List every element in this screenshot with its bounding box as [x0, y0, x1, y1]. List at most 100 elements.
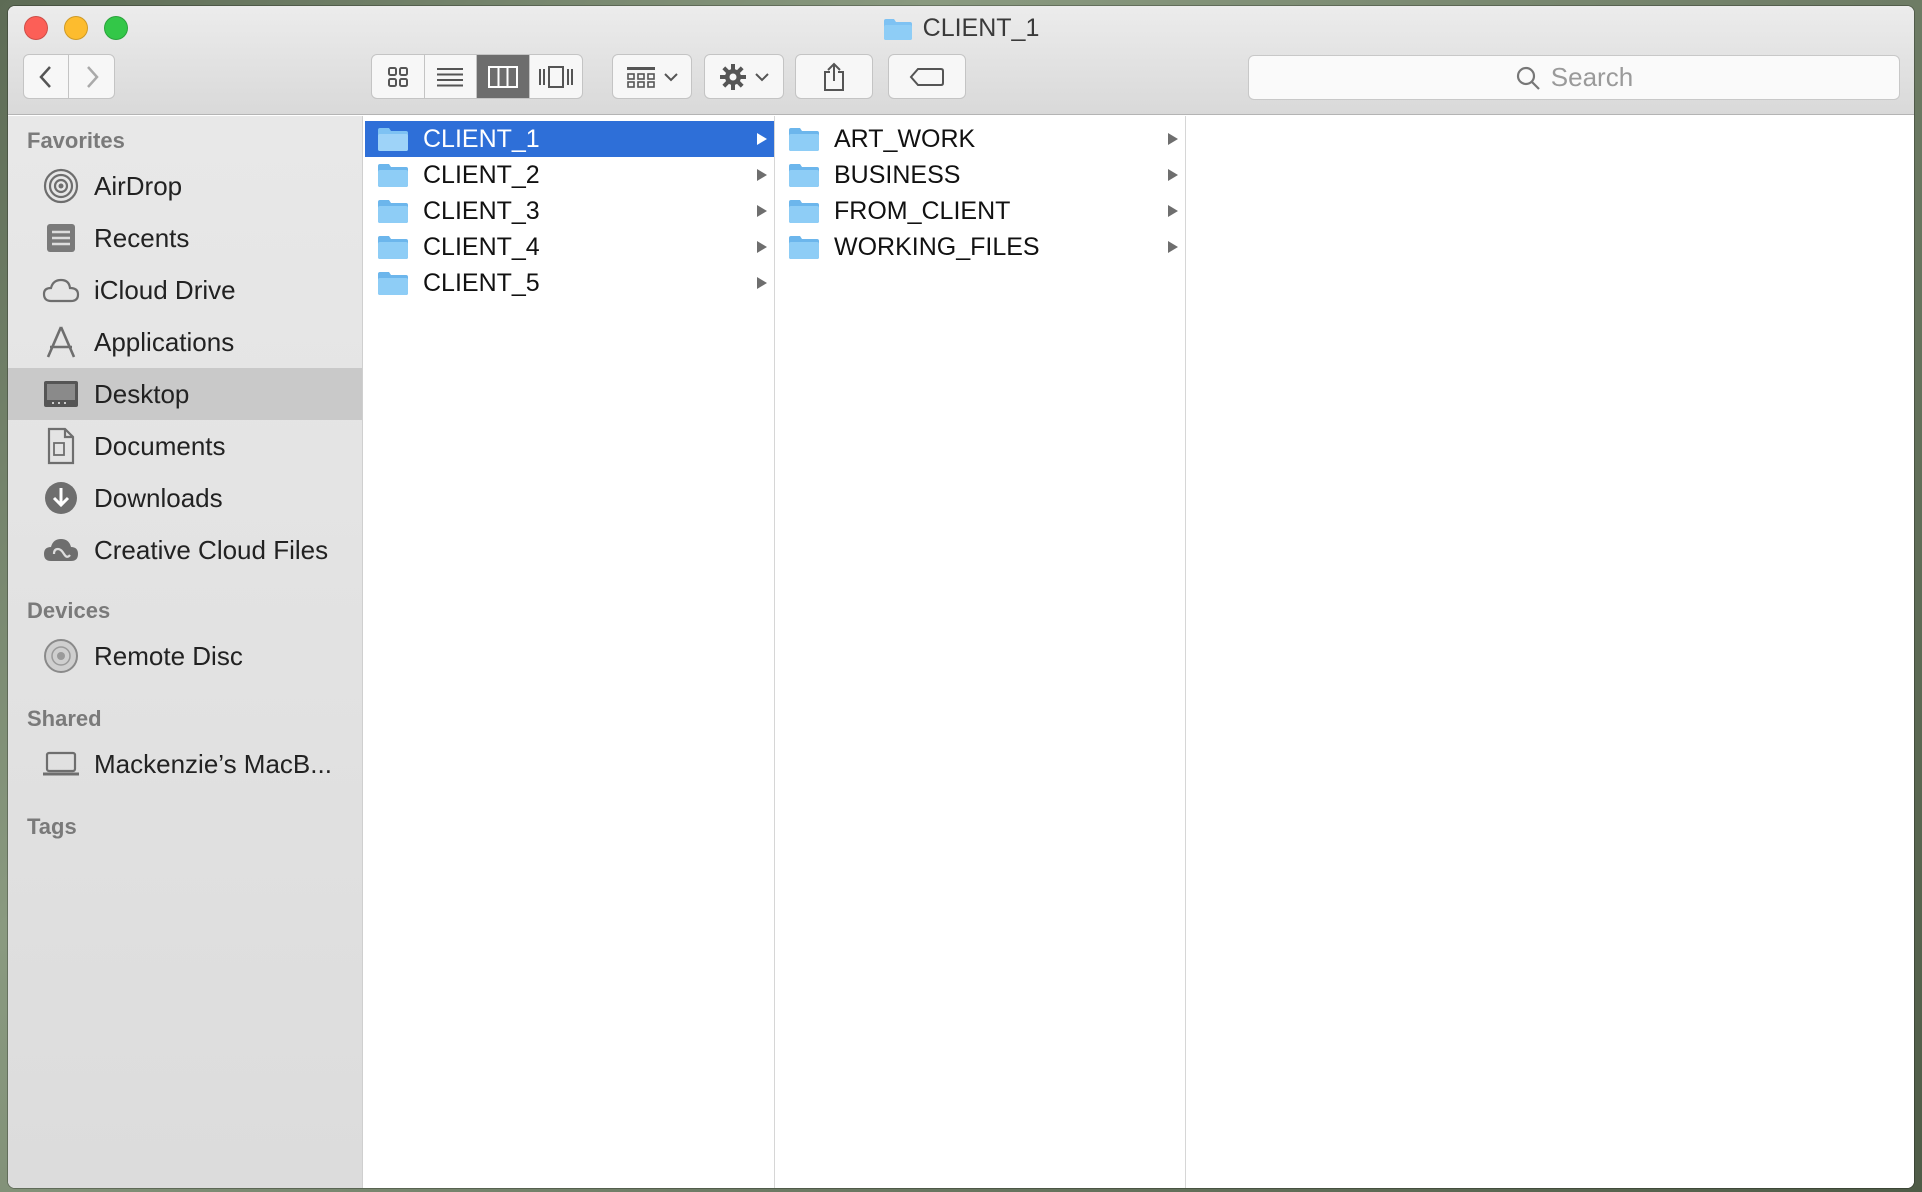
folder-icon: [377, 126, 409, 152]
laptop-icon: [42, 745, 80, 783]
browser-column-3[interactable]: [1187, 116, 1914, 1188]
folder-icon: [377, 162, 409, 188]
list-item-working-files[interactable]: WORKING_FILES: [776, 229, 1185, 265]
chevron-down-icon: [664, 72, 678, 81]
folder-name: ART_WORK: [834, 124, 976, 153]
search-placeholder: Search: [1550, 62, 1634, 92]
disclosure-arrow-icon: [1167, 229, 1179, 265]
folder-name: CLIENT_3: [423, 196, 540, 225]
creative-cloud-icon: [42, 531, 80, 569]
folder-icon: [788, 198, 820, 224]
folder-name: CLIENT_5: [423, 268, 540, 297]
window-title-text: CLIENT_1: [922, 14, 1040, 42]
applications-icon: [42, 323, 80, 361]
downloads-icon: [42, 479, 80, 517]
recents-icon: [42, 219, 80, 257]
disclosure-arrow-icon: [756, 229, 768, 265]
list-item-client-3[interactable]: CLIENT_3: [365, 193, 774, 229]
folder-name: BUSINESS: [834, 160, 961, 189]
list-item-business[interactable]: BUSINESS: [776, 157, 1185, 193]
cover-flow-view-button[interactable]: [530, 55, 583, 98]
sidebar-item-label: Documents: [94, 430, 226, 461]
sidebar-item-label: iCloud Drive: [94, 274, 236, 305]
gear-icon: [720, 63, 746, 90]
sidebar: Favorites AirDrop Recents iCloud Drive A…: [8, 116, 363, 1188]
disclosure-arrow-icon: [1167, 157, 1179, 193]
folder-name: CLIENT_2: [423, 160, 540, 189]
sidebar-item-remote-disc[interactable]: Remote Disc: [8, 630, 362, 682]
folder-icon: [788, 162, 820, 188]
folder-icon: [377, 270, 409, 296]
folder-name: CLIENT_1: [423, 124, 540, 153]
icon-view-button[interactable]: [372, 55, 425, 98]
list-item-client-2[interactable]: CLIENT_2: [365, 157, 774, 193]
view-mode-control: [371, 54, 583, 99]
disclosure-arrow-icon: [756, 157, 768, 193]
sidebar-item-label: Recents: [94, 222, 190, 253]
search-field[interactable]: Search: [1248, 55, 1900, 100]
sidebar-item-creative-cloud[interactable]: Creative Cloud Files: [8, 524, 362, 576]
toolbar: CLIENT_1 Search: [8, 6, 1914, 115]
navigation-buttons: [23, 54, 115, 99]
share-icon: [824, 62, 844, 91]
list-view-button[interactable]: [425, 55, 477, 98]
disclosure-arrow-icon: [756, 193, 768, 229]
finder-window: CLIENT_1 Search Favorites AirDrop Recent…: [8, 6, 1914, 1188]
documents-icon: [42, 427, 80, 465]
folder-icon: [788, 234, 820, 260]
forward-button[interactable]: [69, 55, 114, 98]
search-icon: [1516, 66, 1540, 90]
disclosure-arrow-icon: [1167, 121, 1179, 157]
tag-button[interactable]: [888, 54, 966, 99]
list-item-client-1[interactable]: CLIENT_1: [365, 121, 774, 157]
window-title: CLIENT_1: [8, 14, 1914, 43]
sidebar-item-label: AirDrop: [94, 170, 183, 201]
grid-icon: [387, 66, 408, 87]
sidebar-item-airdrop[interactable]: AirDrop: [8, 160, 362, 212]
group-icon: [627, 66, 655, 88]
cloud-icon: [42, 271, 80, 309]
group-by-button[interactable]: [612, 54, 692, 99]
sidebar-item-recents[interactable]: Recents: [8, 212, 362, 264]
list-item-client-4[interactable]: CLIENT_4: [365, 229, 774, 265]
desktop-icon: [42, 375, 80, 413]
disclosure-arrow-icon: [756, 265, 768, 301]
disclosure-arrow-icon: [1167, 193, 1179, 229]
sidebar-heading-tags: Tags: [27, 814, 77, 839]
list-item-from-client[interactable]: FROM_CLIENT: [776, 193, 1185, 229]
sidebar-item-shared-mac[interactable]: Mackenzie’s MacB...: [8, 738, 362, 790]
sidebar-item-label: Mackenzie’s MacB...: [94, 748, 332, 779]
disclosure-arrow-icon: [756, 121, 768, 157]
list-item-art-work[interactable]: ART_WORK: [776, 121, 1185, 157]
list-icon: [437, 67, 464, 86]
column-view-button[interactable]: [477, 55, 530, 98]
title-folder-icon: [883, 18, 912, 40]
sidebar-item-applications[interactable]: Applications: [8, 316, 362, 368]
action-button[interactable]: [704, 54, 784, 99]
chevron-down-icon: [755, 72, 769, 81]
sidebar-item-downloads[interactable]: Downloads: [8, 472, 362, 524]
share-button[interactable]: [795, 54, 873, 99]
sidebar-heading-devices: Devices: [27, 598, 111, 623]
sidebar-item-icloud-drive[interactable]: iCloud Drive: [8, 264, 362, 316]
tag-icon: [909, 67, 944, 86]
folder-name: WORKING_FILES: [834, 232, 1040, 261]
browser-column-1: CLIENT_1 CLIENT_2 CLIENT_3 CLIENT_4 CLIE…: [365, 116, 775, 1188]
folder-name: CLIENT_4: [423, 232, 540, 261]
folder-icon: [377, 234, 409, 260]
sidebar-item-documents[interactable]: Documents: [8, 420, 362, 472]
sidebar-item-label: Remote Disc: [94, 640, 243, 671]
columns-icon: [487, 65, 518, 88]
sidebar-item-desktop[interactable]: Desktop: [8, 368, 362, 420]
sidebar-item-label: Creative Cloud Files: [94, 534, 329, 565]
chevron-left-icon: [39, 65, 51, 88]
list-item-client-5[interactable]: CLIENT_5: [365, 265, 774, 301]
sidebar-item-label: Desktop: [94, 378, 190, 409]
sidebar-item-label: Downloads: [94, 482, 223, 513]
folder-icon: [377, 198, 409, 224]
folder-name: FROM_CLIENT: [834, 196, 1011, 225]
airdrop-icon: [42, 167, 80, 205]
back-button[interactable]: [24, 55, 70, 98]
sidebar-heading-favorites: Favorites: [27, 128, 125, 153]
sidebar-item-label: Applications: [94, 326, 235, 357]
